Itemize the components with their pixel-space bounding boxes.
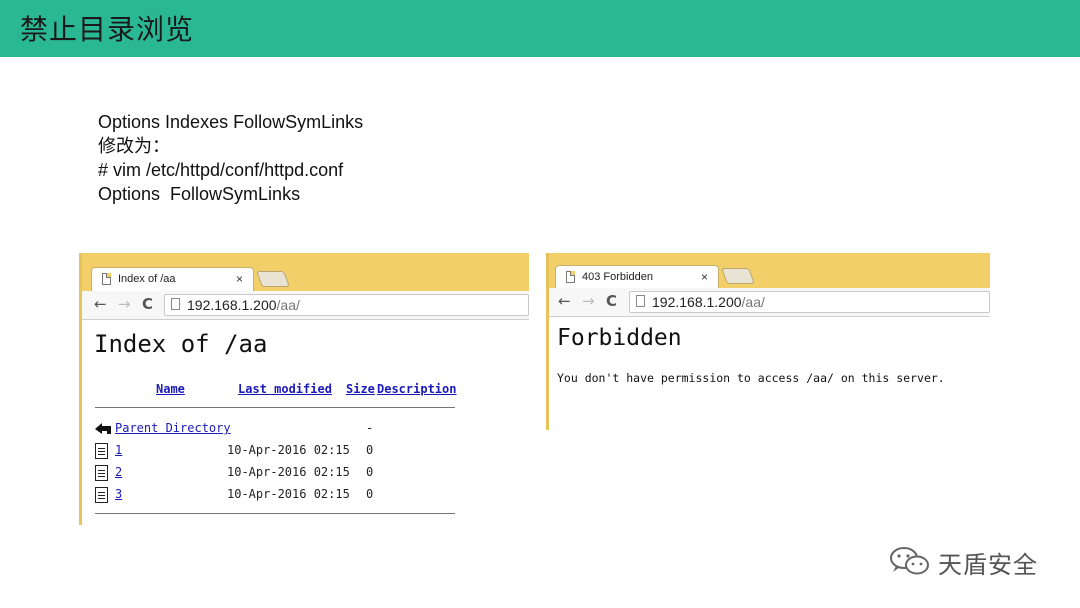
- file-modified: 10-Apr-2016 02:15: [227, 465, 350, 479]
- parent-directory-link[interactable]: Parent Directory: [115, 421, 231, 435]
- note-line-2: 修改为：: [98, 136, 170, 156]
- error-message: You don't have permission to access /aa/…: [557, 371, 945, 385]
- reload-icon[interactable]: C: [142, 296, 153, 312]
- watermark-text: 天盾安全: [938, 551, 1038, 579]
- page-icon: [171, 298, 180, 310]
- file-link[interactable]: 3: [115, 487, 122, 501]
- tab-label: Index of /aa: [118, 273, 176, 285]
- file-size: 0: [366, 465, 374, 479]
- divider: [95, 513, 455, 514]
- file-icon: [95, 443, 108, 459]
- list-item: 3 10-Apr-2016 02:15 0: [95, 486, 455, 506]
- file-icon: [95, 465, 108, 481]
- note-line-1: Options Indexes FollowSymLinks: [98, 112, 364, 132]
- tab-strip: Index of /aa ×: [79, 253, 529, 291]
- file-modified: 10-Apr-2016 02:15: [227, 487, 350, 501]
- page-icon: [636, 295, 645, 307]
- url-text: 192.168.1.200/aa/: [187, 297, 300, 313]
- back-arrow-icon: [95, 423, 111, 434]
- new-tab-button[interactable]: [721, 268, 755, 284]
- tab-strip: 403 Forbidden ×: [546, 253, 990, 288]
- forward-icon[interactable]: →: [118, 296, 131, 312]
- list-item: 2 10-Apr-2016 02:15 0: [95, 464, 455, 484]
- browser-toolbar: ← → C 192.168.1.200/aa/: [549, 288, 990, 317]
- column-last-modified-link[interactable]: Last modified: [238, 382, 332, 396]
- close-icon[interactable]: ×: [701, 270, 708, 284]
- tab-index-of-aa[interactable]: Index of /aa ×: [91, 267, 254, 291]
- wechat-icon: [890, 547, 929, 575]
- page-content: Forbidden You don't have permission to a…: [549, 317, 990, 430]
- file-size: 0: [366, 487, 374, 501]
- close-icon[interactable]: ×: [236, 272, 243, 286]
- reload-icon[interactable]: C: [606, 293, 617, 309]
- page-icon: [102, 273, 111, 285]
- browser-window-forbidden: 403 Forbidden × ← → C 192.168.1.200/aa/ …: [546, 253, 990, 430]
- address-bar[interactable]: 192.168.1.200/aa/: [164, 294, 529, 316]
- url-text: 192.168.1.200/aa/: [652, 294, 765, 310]
- note-line-4: Options FollowSymLinks: [98, 184, 301, 204]
- url-host: 192.168.1.200: [187, 297, 277, 313]
- divider: [95, 407, 455, 408]
- page-content: Index of /aa Name Last modified Size Des…: [82, 320, 529, 525]
- url-path: /aa/: [276, 297, 300, 313]
- browser-window-index: Index of /aa × ← → C 192.168.1.200/aa/ I…: [79, 253, 529, 525]
- back-icon[interactable]: ←: [94, 296, 107, 312]
- slide-title: 禁止目录浏览: [20, 13, 195, 46]
- file-link[interactable]: 2: [115, 465, 122, 479]
- column-description-link[interactable]: Description: [377, 382, 456, 396]
- column-name-link[interactable]: Name: [156, 382, 185, 396]
- list-item-parent: Parent Directory -: [95, 420, 455, 440]
- file-link[interactable]: 1: [115, 443, 122, 457]
- browser-toolbar: ← → C 192.168.1.200/aa/: [82, 291, 529, 320]
- file-size: 0: [366, 443, 374, 457]
- url-host: 192.168.1.200: [652, 294, 742, 310]
- config-notes: Options Indexes FollowSymLinks 修改为： # vi…: [98, 110, 363, 206]
- file-modified: 10-Apr-2016 02:15: [227, 443, 350, 457]
- back-icon[interactable]: ←: [558, 293, 571, 309]
- note-line-3: # vim /etc/httpd/conf/httpd.conf: [98, 160, 344, 180]
- address-bar[interactable]: 192.168.1.200/aa/: [629, 291, 990, 313]
- page-heading: Index of /aa: [94, 330, 268, 358]
- new-tab-button[interactable]: [256, 271, 290, 287]
- file-icon: [95, 487, 108, 503]
- url-path: /aa/: [741, 294, 765, 310]
- header-bar: 禁止目录浏览: [0, 0, 1080, 57]
- tab-label: 403 Forbidden: [582, 271, 653, 283]
- column-size-link[interactable]: Size: [346, 382, 375, 396]
- list-item: 1 10-Apr-2016 02:15 0: [95, 442, 455, 462]
- forward-icon[interactable]: →: [582, 293, 595, 309]
- page-heading: Forbidden: [557, 325, 682, 351]
- page-icon: [566, 271, 575, 283]
- tab-403-forbidden[interactable]: 403 Forbidden ×: [555, 265, 719, 288]
- parent-size: -: [366, 421, 374, 435]
